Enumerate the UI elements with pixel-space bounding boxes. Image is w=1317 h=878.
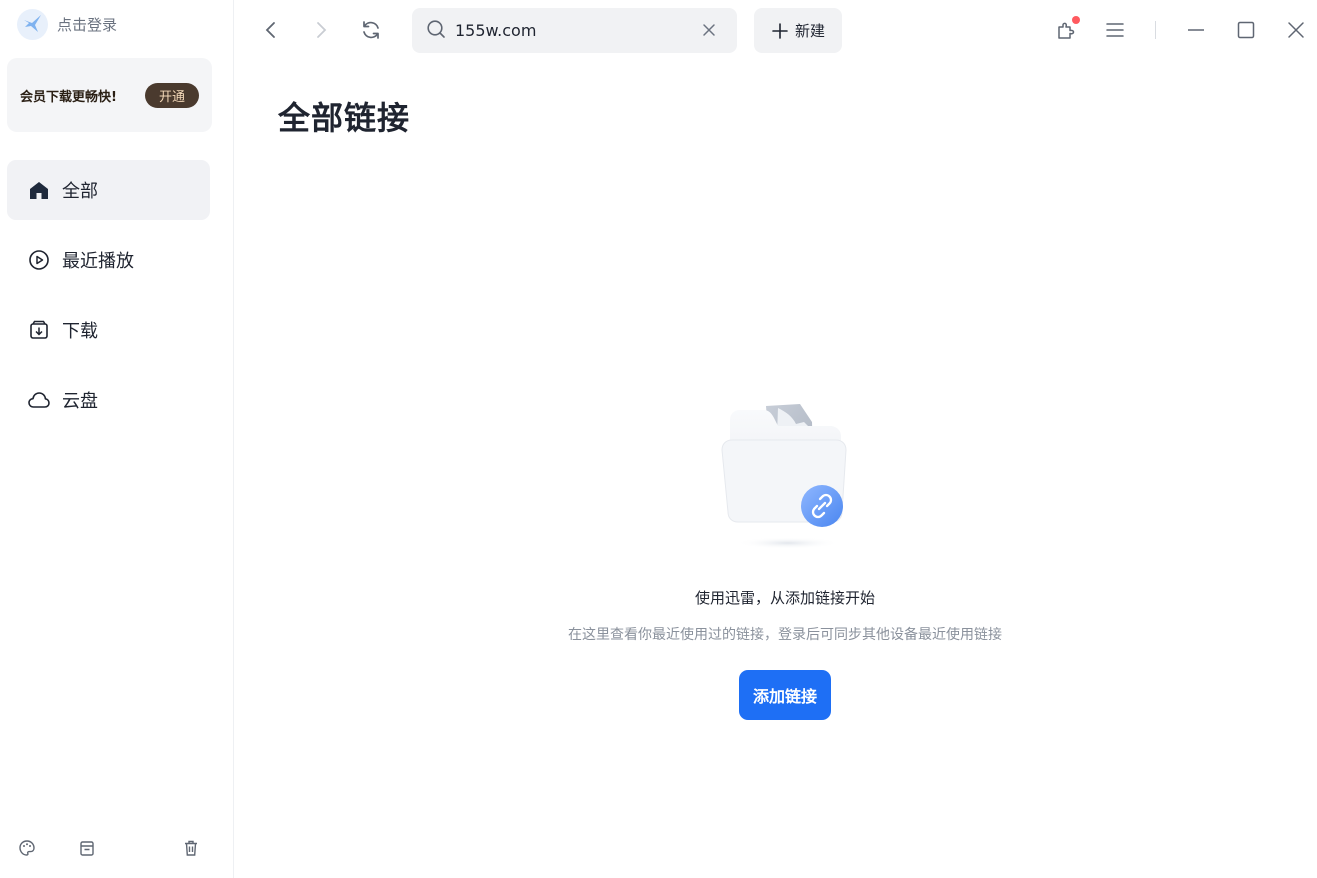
close-icon [1288,22,1304,38]
clear-search-button[interactable] [699,20,719,40]
plus-icon [772,22,788,39]
empty-folder-link-icon [720,400,850,550]
home-icon [27,178,51,202]
play-circle-icon [27,248,51,272]
sidebar-item-cloud[interactable]: 云盘 [7,370,210,430]
chevron-left-icon [265,22,275,38]
maximize-icon [1237,21,1255,39]
hamburger-menu-icon [1106,23,1124,37]
search-input[interactable] [455,21,685,40]
login-label: 点击登录 [57,15,118,34]
empty-state-description: 在这里查看你最近使用过的链接，登录后可同步其他设备最近使用链接 [568,627,1002,643]
vip-open-button[interactable]: 开通 [144,82,199,108]
download-box-icon [27,318,51,342]
refresh-button[interactable] [356,15,386,45]
sidebar-item-label: 最近播放 [62,251,134,272]
sidebar-item-all[interactable]: 全部 [7,160,210,220]
sidebar-item-download[interactable]: 下载 [7,300,210,360]
top-bar: 新建 [234,0,1317,60]
sidebar-bottom-toolbar [0,834,234,862]
forward-button[interactable] [306,15,336,45]
new-button-label: 新建 [794,22,825,40]
refresh-icon [363,21,379,39]
empty-state-title: 使用迅雷，从添加链接开始 [694,589,875,607]
sidebar-item-recent-play[interactable]: 最近播放 [7,230,210,290]
trash-icon[interactable] [180,837,202,859]
archive-icon[interactable] [76,837,98,859]
minimize-icon [1188,29,1204,31]
sidebar-nav: 全部 最近播放 下载 云盘 [7,160,210,440]
chevron-right-icon [317,22,327,38]
minimize-button[interactable] [1181,15,1211,45]
close-window-button[interactable] [1281,15,1311,45]
sidebar: 点击登录 会员下载更畅快! 开通 全部 最近播放 下载 云盘 [0,0,234,878]
extensions-button[interactable] [1051,15,1081,45]
add-link-button[interactable]: 添加链接 [739,670,831,720]
login-area[interactable]: 点击登录 [17,8,118,40]
thunder-bird-icon [17,8,48,40]
menu-button[interactable] [1100,15,1130,45]
sidebar-item-label: 云盘 [62,391,98,412]
empty-state: 使用迅雷，从添加链接开始 在这里查看你最近使用过的链接，登录后可同步其他设备最近… [552,400,1018,720]
back-button[interactable] [256,15,286,45]
new-button[interactable]: 新建 [754,8,842,53]
toolbar-divider [1155,21,1156,39]
page-title: 全部链接 [278,99,411,137]
cloud-icon [27,388,51,412]
vip-card: 会员下载更畅快! 开通 [7,58,212,132]
sidebar-item-label: 全部 [62,181,98,202]
close-icon [703,24,715,36]
vip-promo-text: 会员下载更畅快! [20,89,117,105]
notification-dot [1072,16,1080,24]
maximize-button[interactable] [1231,15,1261,45]
address-search-bar[interactable] [412,8,737,53]
search-icon [426,19,446,43]
palette-icon[interactable] [16,837,38,859]
sidebar-item-label: 下载 [62,321,98,342]
